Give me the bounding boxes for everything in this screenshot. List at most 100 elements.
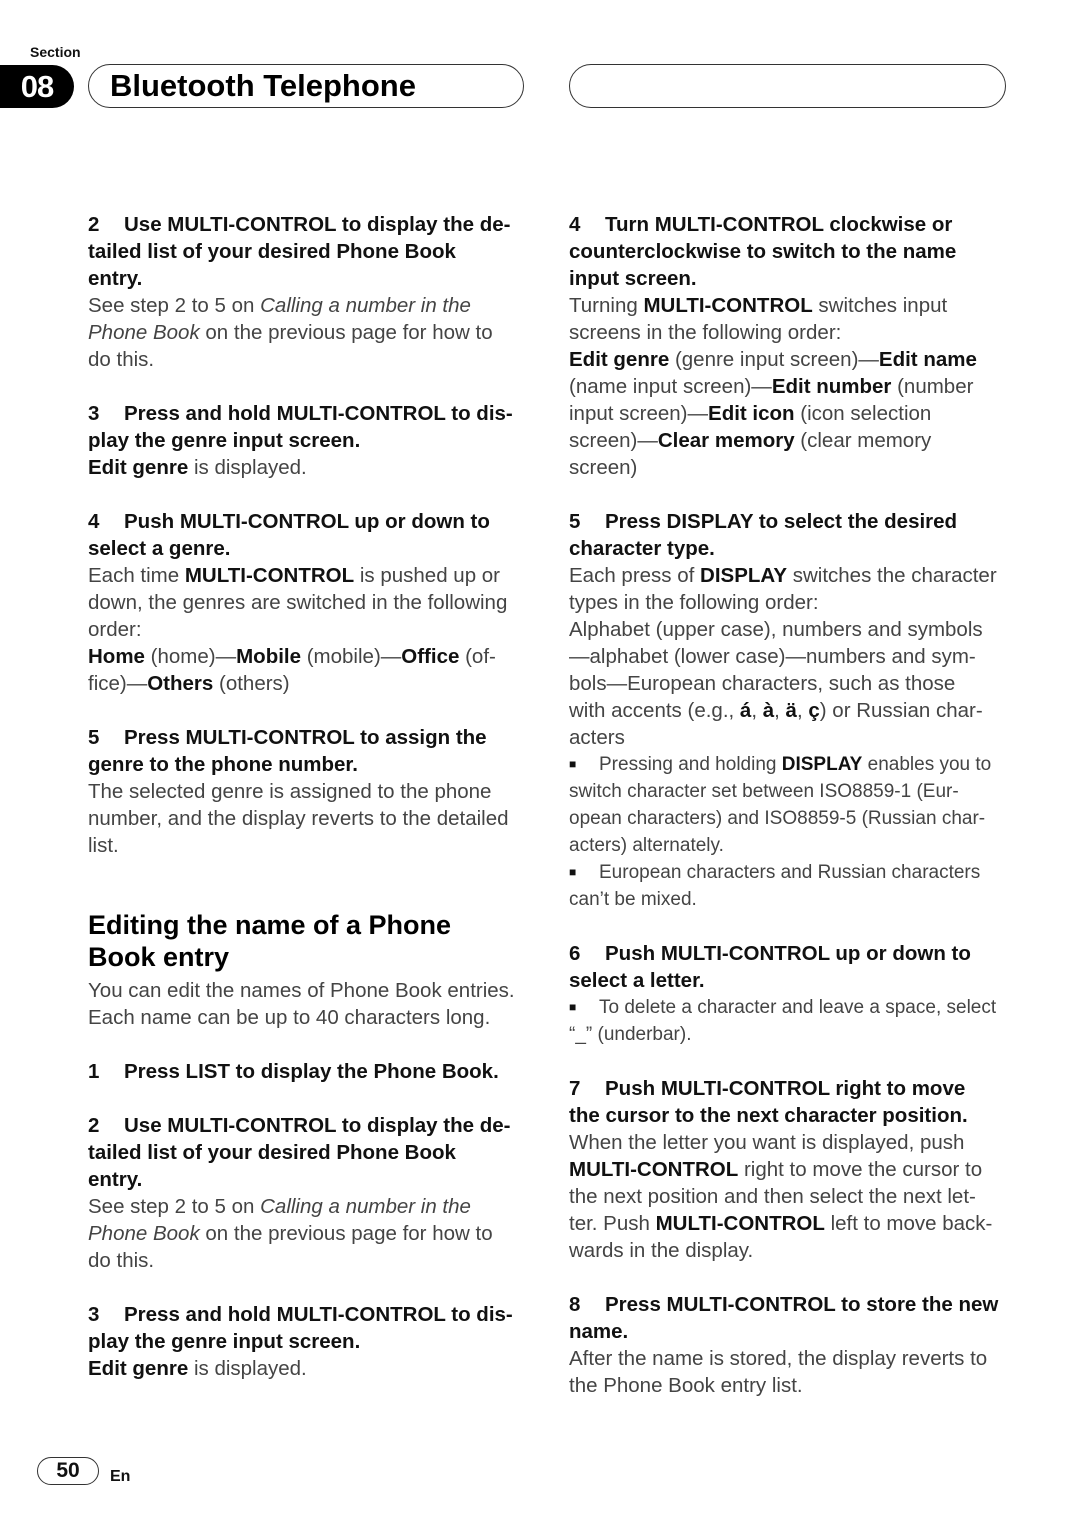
body-line: screen) xyxy=(569,456,638,479)
body-line: (name input screen)—Edit number (number xyxy=(569,373,1019,400)
text: is displayed. xyxy=(188,456,307,479)
section-label: Section xyxy=(30,44,81,60)
step-number: 2 xyxy=(88,1114,100,1137)
bullet-icon: ■ xyxy=(569,865,577,880)
text: Each press of xyxy=(569,564,701,587)
body-line: Phone Book on the previous page for how … xyxy=(88,319,538,346)
body-line: bols—European characters, such as those xyxy=(569,672,956,695)
section-heading-line: Editing the name of a Phone xyxy=(88,910,452,940)
heading-line: select a genre. xyxy=(88,537,231,560)
body-line: Phone Book on the previous page for how … xyxy=(88,1220,538,1247)
intro-line: You can edit the names of Phone Book ent… xyxy=(88,979,515,1002)
body-line: acters xyxy=(569,726,625,749)
step-2-use-multi-control: 2 Use MULTI-CONTROL to display the de- ta… xyxy=(88,211,538,373)
heading-line: Use MULTI-CONTROL to display the de- xyxy=(124,1114,511,1137)
body-line: Alphabet (upper case), numbers and symbo… xyxy=(569,618,983,641)
body-line: Each time MULTI-CONTROL is pushed up or xyxy=(88,562,538,589)
text: switches the character xyxy=(787,564,997,587)
note-line: ■ Pressing and holding DISPLAY enables yo… xyxy=(569,751,1019,778)
term: Edit genre xyxy=(88,1357,189,1380)
heading-line: Push MULTI-CONTROL up or down to xyxy=(605,942,971,965)
step-3-press-and-hold: 3 Press and hold MULTI-CONTROL to dis- pl… xyxy=(88,400,538,481)
body-line: Turning MULTI-CONTROL switches input xyxy=(569,292,1019,319)
cross-reference: Calling a number in the xyxy=(260,1195,471,1218)
section-number-badge: 08 xyxy=(0,65,74,108)
genre-others: Others xyxy=(147,672,214,695)
page-number: 50 xyxy=(37,1457,99,1485)
body-line: screens in the following order: xyxy=(569,321,842,344)
note-line: can’t be mixed. xyxy=(569,889,697,910)
heading-line: tailed list of your desired Phone Book xyxy=(88,1141,456,1164)
step-7-move-cursor: 7 Push MULTI-CONTROL right to move the cu… xyxy=(569,1075,1019,1264)
step-2-use-multi-control-b: 2 Use MULTI-CONTROL to display the de- ta… xyxy=(88,1112,538,1274)
step-heading: 4 Push MULTI-CONTROL up or down to xyxy=(88,508,538,535)
text: Each time xyxy=(88,564,185,587)
note-line: ■ European characters and Russian charact… xyxy=(569,859,1019,886)
heading-line: Press LIST to display the Phone Book. xyxy=(124,1060,499,1083)
text: with accents (e.g., xyxy=(569,699,740,722)
body-line: list. xyxy=(88,834,119,857)
genre-office: Office xyxy=(401,645,460,668)
text: (mobile)— xyxy=(301,645,402,668)
heading-line: Push MULTI-CONTROL up or down to xyxy=(124,510,490,533)
heading-line: name. xyxy=(569,1320,629,1343)
term: Edit name xyxy=(878,348,977,371)
step-number: 4 xyxy=(569,213,581,236)
cross-reference: Phone Book xyxy=(88,1222,200,1245)
bullet-icon: ■ xyxy=(569,757,577,772)
heading-line: Press and hold MULTI-CONTROL to dis- xyxy=(124,402,513,425)
accent-char: à xyxy=(762,699,775,722)
body-line: MULTI-CONTROL right to move the cursor t… xyxy=(569,1156,1019,1183)
text: enables you to xyxy=(862,754,992,775)
step-8-store-name: 8 Press MULTI-CONTROL to store the new na… xyxy=(569,1291,1019,1399)
step-5-assign-genre: 5 Press MULTI-CONTROL to assign the genre… xyxy=(88,724,538,859)
term: MULTI-CONTROL xyxy=(655,1212,825,1235)
heading-line: Turn MULTI-CONTROL clockwise or xyxy=(605,213,953,236)
body-line: types in the following order: xyxy=(569,591,819,614)
body-line: input screen)—Edit icon (icon selection xyxy=(569,400,1019,427)
heading-line: genre to the phone number. xyxy=(88,753,358,776)
language-code: En xyxy=(110,1468,131,1485)
term: MULTI-CONTROL xyxy=(184,564,355,587)
term: DISPLAY xyxy=(781,754,863,775)
body-line: When the letter you want is displayed, p… xyxy=(569,1131,965,1154)
body-line: See step 2 to 5 on Calling a number in t… xyxy=(88,292,538,319)
text: (name input screen)— xyxy=(569,375,772,398)
text: Pressing and holding xyxy=(599,754,782,775)
step-heading: 5 Press DISPLAY to select the desired xyxy=(569,508,1019,535)
step-heading: 6 Push MULTI-CONTROL up or down to xyxy=(569,940,1019,967)
step-heading: 5 Press MULTI-CONTROL to assign the xyxy=(88,724,538,751)
term: Edit genre xyxy=(569,348,670,371)
body-line: the Phone Book entry list. xyxy=(569,1374,803,1397)
text: See step 2 to 5 on xyxy=(88,294,261,317)
step-number: 3 xyxy=(88,1303,100,1326)
step-number: 5 xyxy=(569,510,581,533)
step-heading: 1 Press LIST to display the Phone Book. xyxy=(88,1058,538,1085)
text: ter. Push xyxy=(569,1212,656,1235)
term: Edit number xyxy=(771,375,892,398)
step-heading: 2 Use MULTI-CONTROL to display the de- xyxy=(88,1112,538,1139)
right-column: 4 Turn MULTI-CONTROL clockwise or counter… xyxy=(569,211,1019,1399)
step-number: 3 xyxy=(88,402,100,425)
step-heading: 7 Push MULTI-CONTROL right to move xyxy=(569,1075,1019,1102)
heading-line: input screen. xyxy=(569,267,697,290)
text: fice)— xyxy=(88,672,148,695)
note-line: switch character set between ISO8859-1 (… xyxy=(569,781,959,802)
term: MULTI-CONTROL xyxy=(643,294,813,317)
bullet-icon: ■ xyxy=(569,1000,577,1015)
heading-line: Press and hold MULTI-CONTROL to dis- xyxy=(124,1303,513,1326)
body-line: Edit genre is displayed. xyxy=(88,1355,538,1382)
step-1-press-list: 1 Press LIST to display the Phone Book. xyxy=(88,1058,538,1085)
term: DISPLAY xyxy=(700,564,788,587)
heading-line: Push MULTI-CONTROL right to move xyxy=(605,1077,966,1100)
note-line: “_” (underbar). xyxy=(569,1024,692,1045)
body-line: the next position and then select the ne… xyxy=(569,1185,976,1208)
body-line: Edit genre is displayed. xyxy=(88,454,538,481)
heading-line: entry. xyxy=(88,1168,143,1191)
text: input screen)— xyxy=(569,402,709,425)
cross-reference: Phone Book xyxy=(88,321,200,344)
text: ) or Russian char- xyxy=(819,699,983,722)
text: (number xyxy=(891,375,974,398)
accent-char: ç xyxy=(808,699,820,722)
step-3-press-and-hold-b: 3 Press and hold MULTI-CONTROL to dis- pl… xyxy=(88,1301,538,1382)
